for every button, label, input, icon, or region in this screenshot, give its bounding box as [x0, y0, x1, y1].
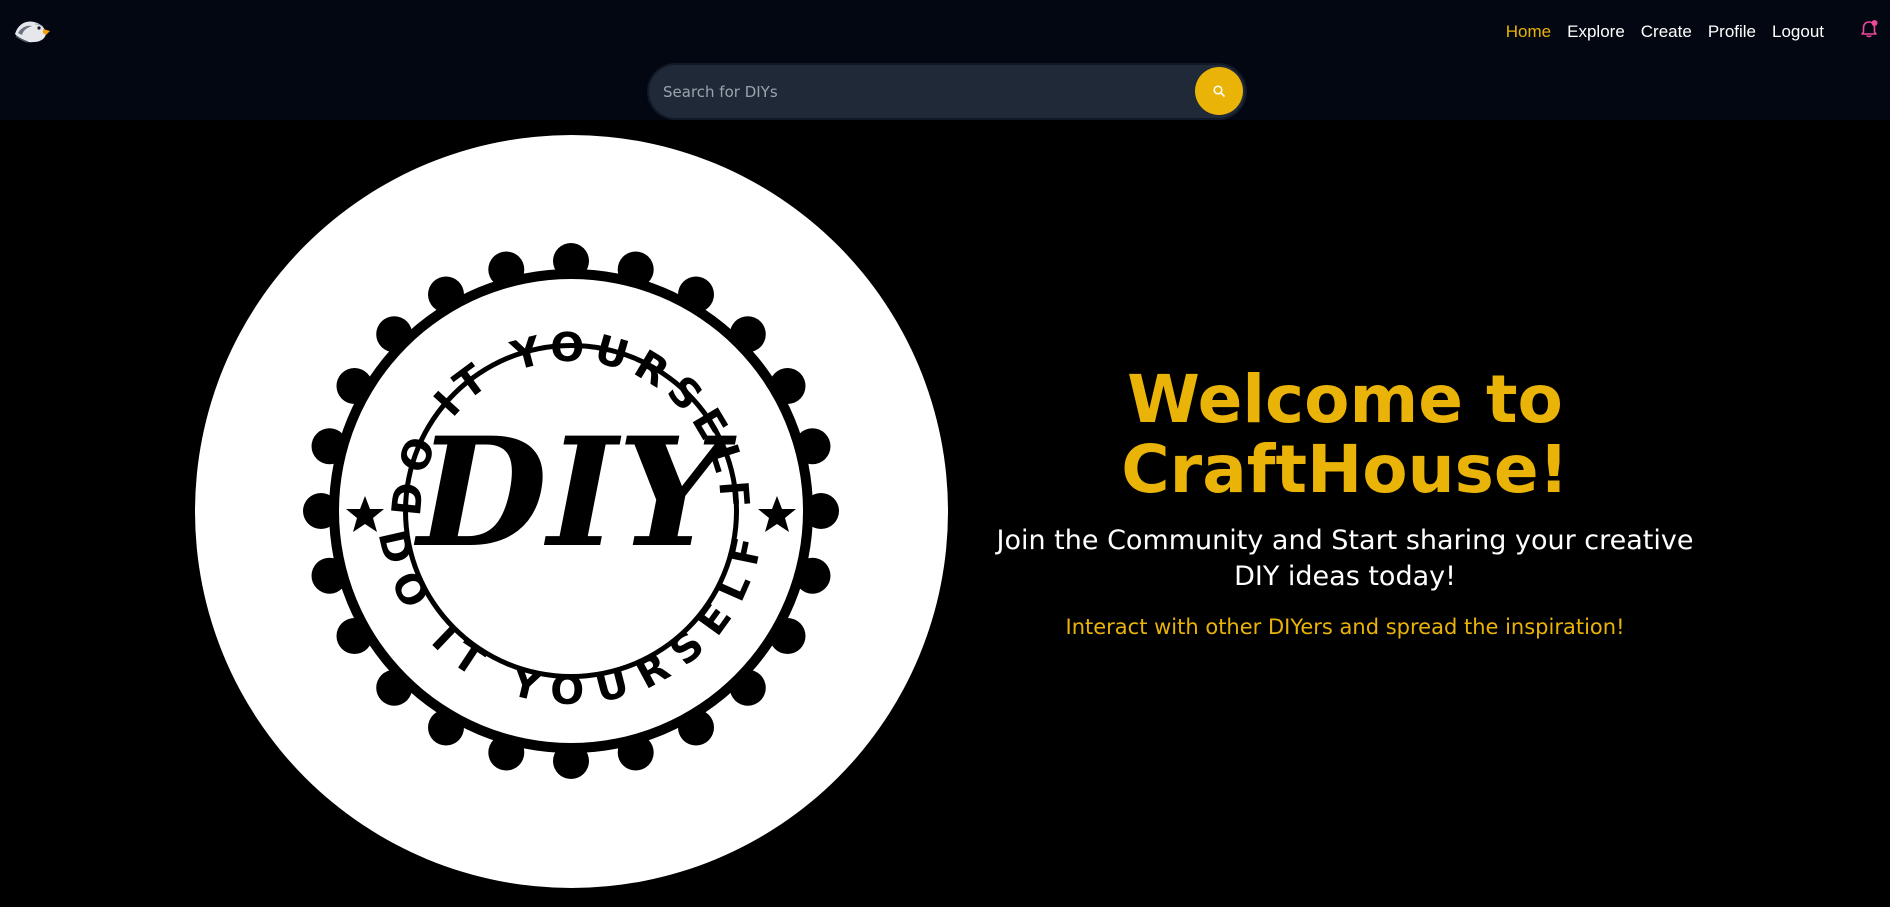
nav-create-link[interactable]: Create: [1641, 20, 1692, 44]
search-button[interactable]: [1195, 67, 1243, 115]
search-bar: [647, 63, 1247, 120]
hero-tagline: Interact with other DIYers and spread th…: [1065, 615, 1625, 639]
search-icon: [1213, 85, 1225, 97]
bell-icon[interactable]: [1858, 18, 1880, 40]
notification-dot: [1871, 20, 1878, 26]
search-input[interactable]: [663, 65, 1183, 118]
diy-badge-image: DO IT YOURSELF DO IT YOURSELF DIY: [195, 135, 948, 888]
hero-text: Welcome to CraftHouse! Join the Communit…: [980, 365, 1710, 641]
nav-profile-link[interactable]: Profile: [1708, 20, 1756, 44]
badge-center-text: DIY: [413, 405, 737, 581]
main-nav: Home Explore Create Profile Logout: [1506, 20, 1824, 44]
hero-title: Welcome to CraftHouse!: [1121, 361, 1569, 508]
navbar: Home Explore Create Profile Logout: [0, 0, 1890, 120]
nav-home-link[interactable]: Home: [1506, 20, 1551, 44]
eagle-logo-icon[interactable]: [12, 12, 52, 52]
nav-logout-link[interactable]: Logout: [1772, 20, 1824, 44]
hero-subtitle: Join the Community and Start sharing you…: [996, 525, 1694, 592]
nav-explore-link[interactable]: Explore: [1567, 20, 1625, 44]
